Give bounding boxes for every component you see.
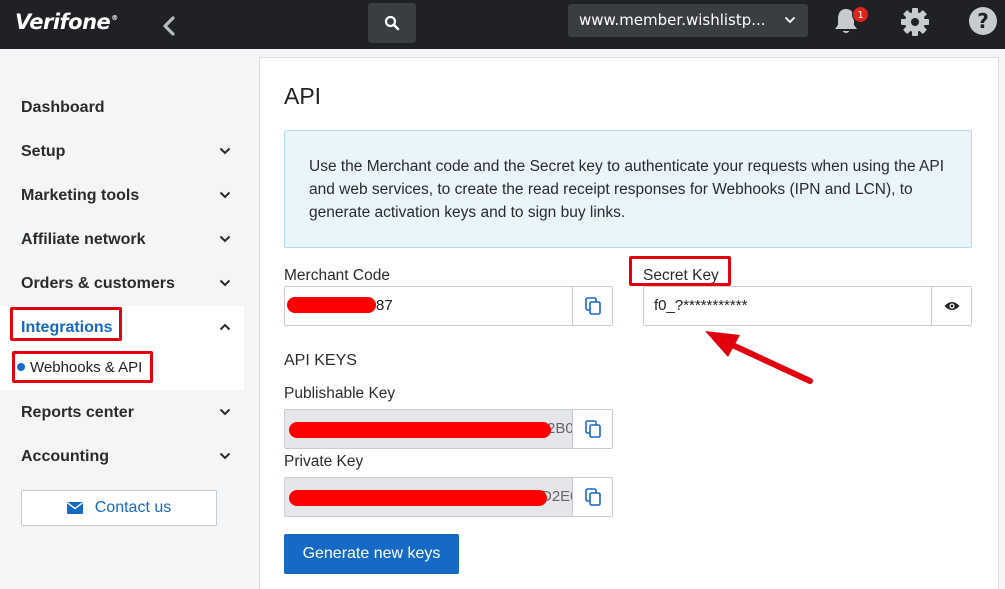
sidebar-item-marketing-tools[interactable]: Marketing tools	[21, 184, 231, 208]
chevron-down-icon	[219, 408, 231, 416]
chevron-down-icon	[219, 235, 231, 243]
reveal-secret-key-button[interactable]	[931, 287, 971, 325]
redaction-mark	[289, 422, 551, 438]
search-button[interactable]	[368, 3, 416, 43]
info-message: Use the Merchant code and the Secret key…	[284, 130, 972, 248]
account-selector[interactable]: www.member.wishlistp...	[568, 4, 808, 37]
eye-icon	[944, 302, 959, 310]
chevron-down-icon	[219, 279, 231, 287]
chevron-down-icon	[219, 191, 231, 199]
sidebar-item-label: Reports center	[21, 404, 134, 421]
svg-text:?: ?	[977, 9, 989, 33]
private-key-label: Private Key	[284, 453, 364, 470]
sidebar-item-label: Orders & customers	[21, 275, 175, 292]
secret-key-field[interactable]: f0_?***********	[643, 286, 972, 326]
search-icon	[384, 15, 400, 31]
sidebar-item-reports-center[interactable]: Reports center	[21, 401, 231, 425]
sidebar-item-label: Dashboard	[21, 99, 105, 116]
merchant-code-value: 87	[376, 297, 393, 314]
sidebar-item-setup[interactable]: Setup	[21, 140, 231, 164]
sidebar-item-label: Marketing tools	[21, 187, 140, 204]
sidebar-item-label: Affiliate network	[21, 231, 146, 248]
back-chevron-icon	[163, 16, 175, 36]
annotation-box-webhooks	[12, 351, 153, 383]
copy-private-key-button[interactable]	[572, 478, 612, 516]
api-panel: API Use the Merchant code and the Secret…	[259, 57, 999, 589]
page-title: API	[284, 83, 322, 109]
chevron-down-icon	[785, 17, 795, 24]
publishable-key-field: 2B0	[284, 409, 613, 449]
secret-key-value: f0_?***********	[654, 297, 748, 314]
contact-us-label: Contact us	[94, 499, 172, 516]
copy-publishable-key-button[interactable]	[572, 410, 612, 448]
publishable-key-value: 2B0	[547, 420, 574, 437]
sidebar-item-dashboard[interactable]: Dashboard	[21, 96, 231, 120]
api-keys-heading: API KEYS	[284, 352, 357, 369]
collapse-sidebar-button[interactable]	[158, 14, 180, 38]
notification-badge: 1	[852, 6, 869, 23]
chevron-down-icon	[219, 452, 231, 460]
sidebar-item-accounting[interactable]: Accounting	[21, 445, 231, 469]
generate-new-keys-button[interactable]: Generate new keys	[284, 534, 459, 574]
annotation-arrow	[705, 331, 813, 384]
merchant-code-label: Merchant Code	[284, 267, 390, 284]
merchant-code-field[interactable]: 87	[284, 286, 613, 326]
sidebar-item-affiliate-network[interactable]: Affiliate network	[21, 228, 231, 252]
chevron-down-icon	[219, 147, 231, 155]
annotation-box-integrations	[10, 307, 122, 341]
sidebar: Dashboard Setup Marketing tools Affiliat…	[0, 49, 258, 589]
envelope-icon	[66, 502, 83, 514]
gear-icon[interactable]	[900, 7, 930, 37]
contact-us-button[interactable]: Contact us	[21, 490, 217, 526]
copy-icon	[584, 297, 601, 315]
private-key-field: D2E0	[284, 477, 613, 517]
info-text: Use the Merchant code and the Secret key…	[309, 158, 945, 221]
chevron-up-icon	[219, 323, 231, 331]
sidebar-item-label: Setup	[21, 143, 66, 160]
sidebar-item-label: Accounting	[21, 448, 109, 465]
copy-icon	[584, 420, 601, 438]
top-bar: Verifone® www.member.wishlistp... 1 ?	[0, 0, 1005, 49]
help-icon[interactable]: ?	[968, 6, 998, 36]
redaction-mark	[289, 490, 547, 506]
annotation-box-secret-key	[629, 256, 731, 286]
copy-icon	[584, 488, 601, 506]
verifone-logo[interactable]: Verifone®	[15, 10, 118, 34]
sidebar-item-orders-customers[interactable]: Orders & customers	[21, 272, 231, 296]
account-name: www.member.wishlistp...	[579, 11, 766, 29]
publishable-key-label: Publishable Key	[284, 385, 396, 402]
copy-merchant-code-button[interactable]	[572, 287, 612, 325]
redaction-mark	[287, 297, 376, 313]
